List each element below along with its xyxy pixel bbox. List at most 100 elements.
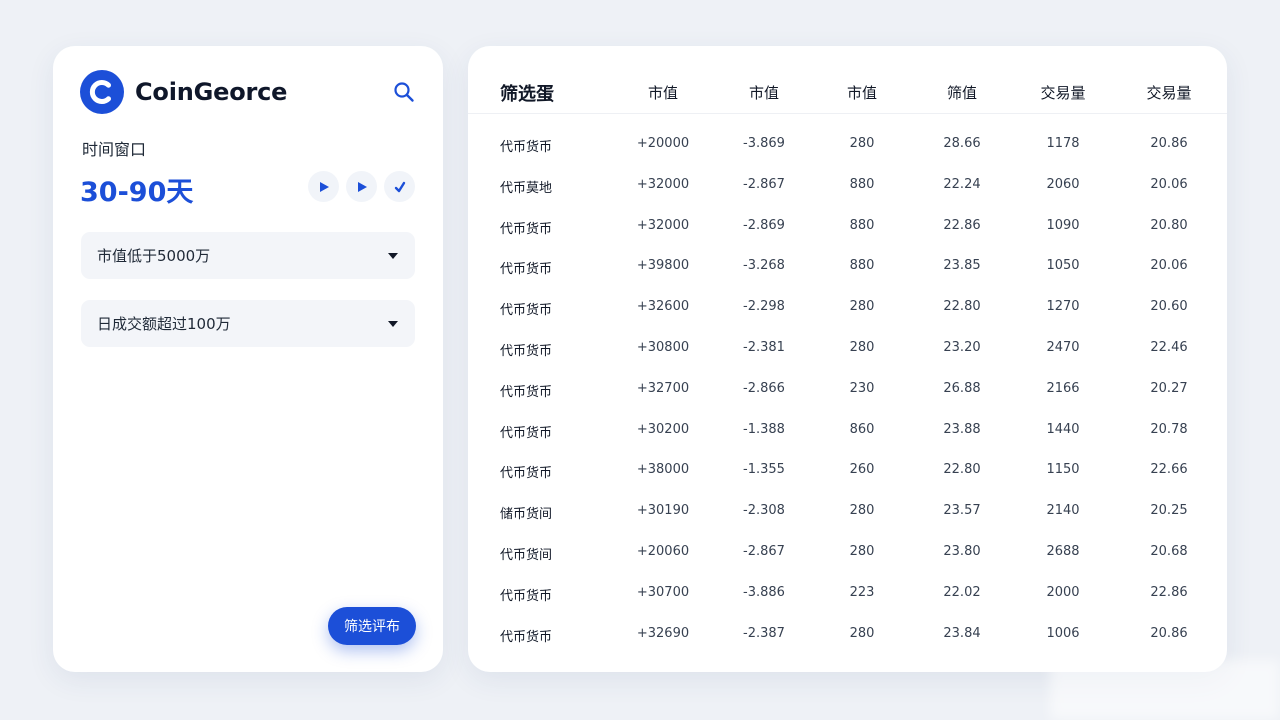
- value-cell: +32000: [636, 217, 690, 233]
- value-cell: 28.66: [943, 136, 981, 151]
- column-header[interactable]: 市值: [719, 82, 809, 103]
- value-cell: 2140: [1046, 503, 1080, 519]
- token-name-cell: 储币货间: [500, 507, 553, 523]
- table-row[interactable]: 代币货币 +20000 -3.869 280 28.66 1178 20.86: [468, 123, 1227, 164]
- value-cell: 1178: [1046, 136, 1080, 151]
- value-cell: +30700: [636, 584, 690, 600]
- column-header[interactable]: 筛值: [917, 82, 1007, 103]
- column-header-name[interactable]: 筛选蛋: [500, 80, 554, 106]
- brand-name: CoinGeorce: [135, 78, 288, 106]
- time-window-label: 时间窗口: [82, 140, 147, 159]
- value-cell: 22.66: [1150, 462, 1188, 478]
- table-row[interactable]: 代币货币 +39800 -3.268 880 23.85 1050 20.06: [468, 245, 1227, 286]
- search-icon[interactable]: [391, 79, 417, 105]
- value-cell: -2.867: [743, 543, 785, 559]
- value-cell: 280: [849, 543, 875, 559]
- value-cell: +32000: [636, 176, 690, 192]
- brand: CoinGeorce: [80, 70, 287, 114]
- value-cell: -2.308: [743, 503, 785, 519]
- value-cell: 20.86: [1150, 625, 1188, 641]
- value-cell: 20.80: [1150, 217, 1188, 233]
- value-cell: 22.86: [1150, 584, 1188, 600]
- value-cell: 1270: [1046, 299, 1080, 315]
- value-cell: -1.388: [743, 421, 785, 437]
- value-cell: 1440: [1046, 421, 1080, 437]
- value-cell: 1090: [1046, 217, 1080, 233]
- table-row[interactable]: 代币货币 +30200 -1.388 860 23.88 1440 20.78: [468, 409, 1227, 450]
- time-window-value: 30-90天: [80, 177, 194, 208]
- market-cap-value: 市值低于5000万: [97, 247, 211, 265]
- token-name-cell: 代币莫地: [500, 180, 553, 196]
- table-row[interactable]: 代币货币 +32690 -2.387 280 23.84 1006 20.86: [468, 613, 1227, 654]
- value-cell: +39800: [636, 258, 690, 274]
- value-cell: -2.381: [743, 339, 785, 355]
- value-cell: +32690: [636, 625, 690, 641]
- market-cap-dropdown[interactable]: 市值低于5000万: [81, 232, 415, 279]
- value-cell: 20.68: [1150, 543, 1188, 559]
- value-cell: 280: [849, 503, 875, 519]
- value-cell: 23.57: [943, 503, 981, 519]
- value-cell: 26.88: [943, 380, 981, 396]
- value-cell: +20060: [636, 543, 690, 559]
- table-row[interactable]: 代币货币 +30700 -3.886 223 22.02 2000 22.86: [468, 572, 1227, 613]
- value-cell: 1150: [1046, 462, 1080, 478]
- value-cell: 280: [849, 299, 875, 315]
- value-cell: 860: [849, 421, 875, 437]
- value-cell: -2.298: [743, 299, 785, 315]
- table-row[interactable]: 代币货币 +32000 -2.869 880 22.86 1090 20.80: [468, 205, 1227, 246]
- value-cell: 260: [849, 462, 875, 478]
- check-icon[interactable]: [384, 171, 415, 202]
- table-row[interactable]: 代币货间 +20060 -2.867 280 23.80 2688 20.68: [468, 531, 1227, 572]
- token-name-cell: 代币货币: [500, 262, 553, 278]
- table-header: 筛选蛋 市值 市值 市值 筛值 交易量 交易量: [468, 74, 1227, 114]
- value-cell: -2.869: [743, 217, 785, 233]
- daily-volume-value: 日成交额超过100万: [97, 315, 231, 333]
- table-row[interactable]: 储币货间 +30190 -2.308 280 23.57 2140 20.25: [468, 490, 1227, 531]
- token-name-cell: 代币货币: [500, 221, 553, 237]
- value-cell: 22.46: [1150, 339, 1188, 355]
- token-name-cell: 代币货币: [500, 384, 553, 400]
- value-cell: +30190: [636, 503, 690, 519]
- token-name-cell: 代币货币: [500, 629, 553, 645]
- column-header[interactable]: 市值: [817, 82, 907, 103]
- value-cell: +30800: [636, 339, 690, 355]
- value-cell: +32700: [636, 380, 690, 396]
- value-cell: 20.27: [1150, 380, 1188, 396]
- table-row[interactable]: 代币货币 +38000 -1.355 260 22.80 1150 22.66: [468, 449, 1227, 490]
- daily-volume-dropdown[interactable]: 日成交额超过100万: [81, 300, 415, 347]
- column-header[interactable]: 交易量: [1124, 82, 1214, 103]
- value-cell: 223: [849, 584, 875, 600]
- value-cell: 23.85: [943, 258, 981, 274]
- table-body: 代币货币 +20000 -3.869 280 28.66 1178 20.86 代币莫地 +32…: [468, 123, 1227, 653]
- value-cell: 22.80: [943, 462, 981, 478]
- value-cell: -2.387: [743, 625, 785, 641]
- value-cell: 280: [849, 339, 875, 355]
- value-cell: 280: [849, 625, 875, 641]
- value-cell: 2166: [1046, 380, 1080, 396]
- value-cell: 20.78: [1150, 421, 1188, 437]
- value-cell: 23.20: [943, 339, 981, 355]
- column-header[interactable]: 市值: [618, 82, 708, 103]
- apply-filter-button[interactable]: 筛选评布: [328, 607, 416, 645]
- value-cell: -1.355: [743, 462, 785, 478]
- column-header[interactable]: 交易量: [1018, 82, 1108, 103]
- table-row[interactable]: 代币莫地 +32000 -2.867 880 22.24 2060 20.06: [468, 164, 1227, 205]
- value-cell: 20.06: [1150, 258, 1188, 274]
- token-name-cell: 代币货币: [500, 140, 553, 155]
- value-cell: 2060: [1046, 176, 1080, 192]
- play-icon[interactable]: [308, 171, 339, 202]
- value-cell: 880: [849, 217, 875, 233]
- value-cell: 22.80: [943, 299, 981, 315]
- value-cell: 880: [849, 258, 875, 274]
- value-cell: 230: [849, 380, 875, 396]
- value-cell: 2000: [1046, 584, 1080, 600]
- table-row[interactable]: 代币货币 +32600 -2.298 280 22.80 1270 20.60: [468, 286, 1227, 327]
- value-cell: 1006: [1046, 625, 1080, 641]
- play-icon[interactable]: [346, 171, 377, 202]
- value-cell: 2688: [1046, 543, 1080, 559]
- value-cell: 23.80: [943, 543, 981, 559]
- table-row[interactable]: 代币货币 +32700 -2.866 230 26.88 2166 20.27: [468, 368, 1227, 409]
- value-cell: 20.06: [1150, 176, 1188, 192]
- token-name-cell: 代币货币: [500, 588, 553, 604]
- table-row[interactable]: 代币货币 +30800 -2.381 280 23.20 2470 22.46: [468, 327, 1227, 368]
